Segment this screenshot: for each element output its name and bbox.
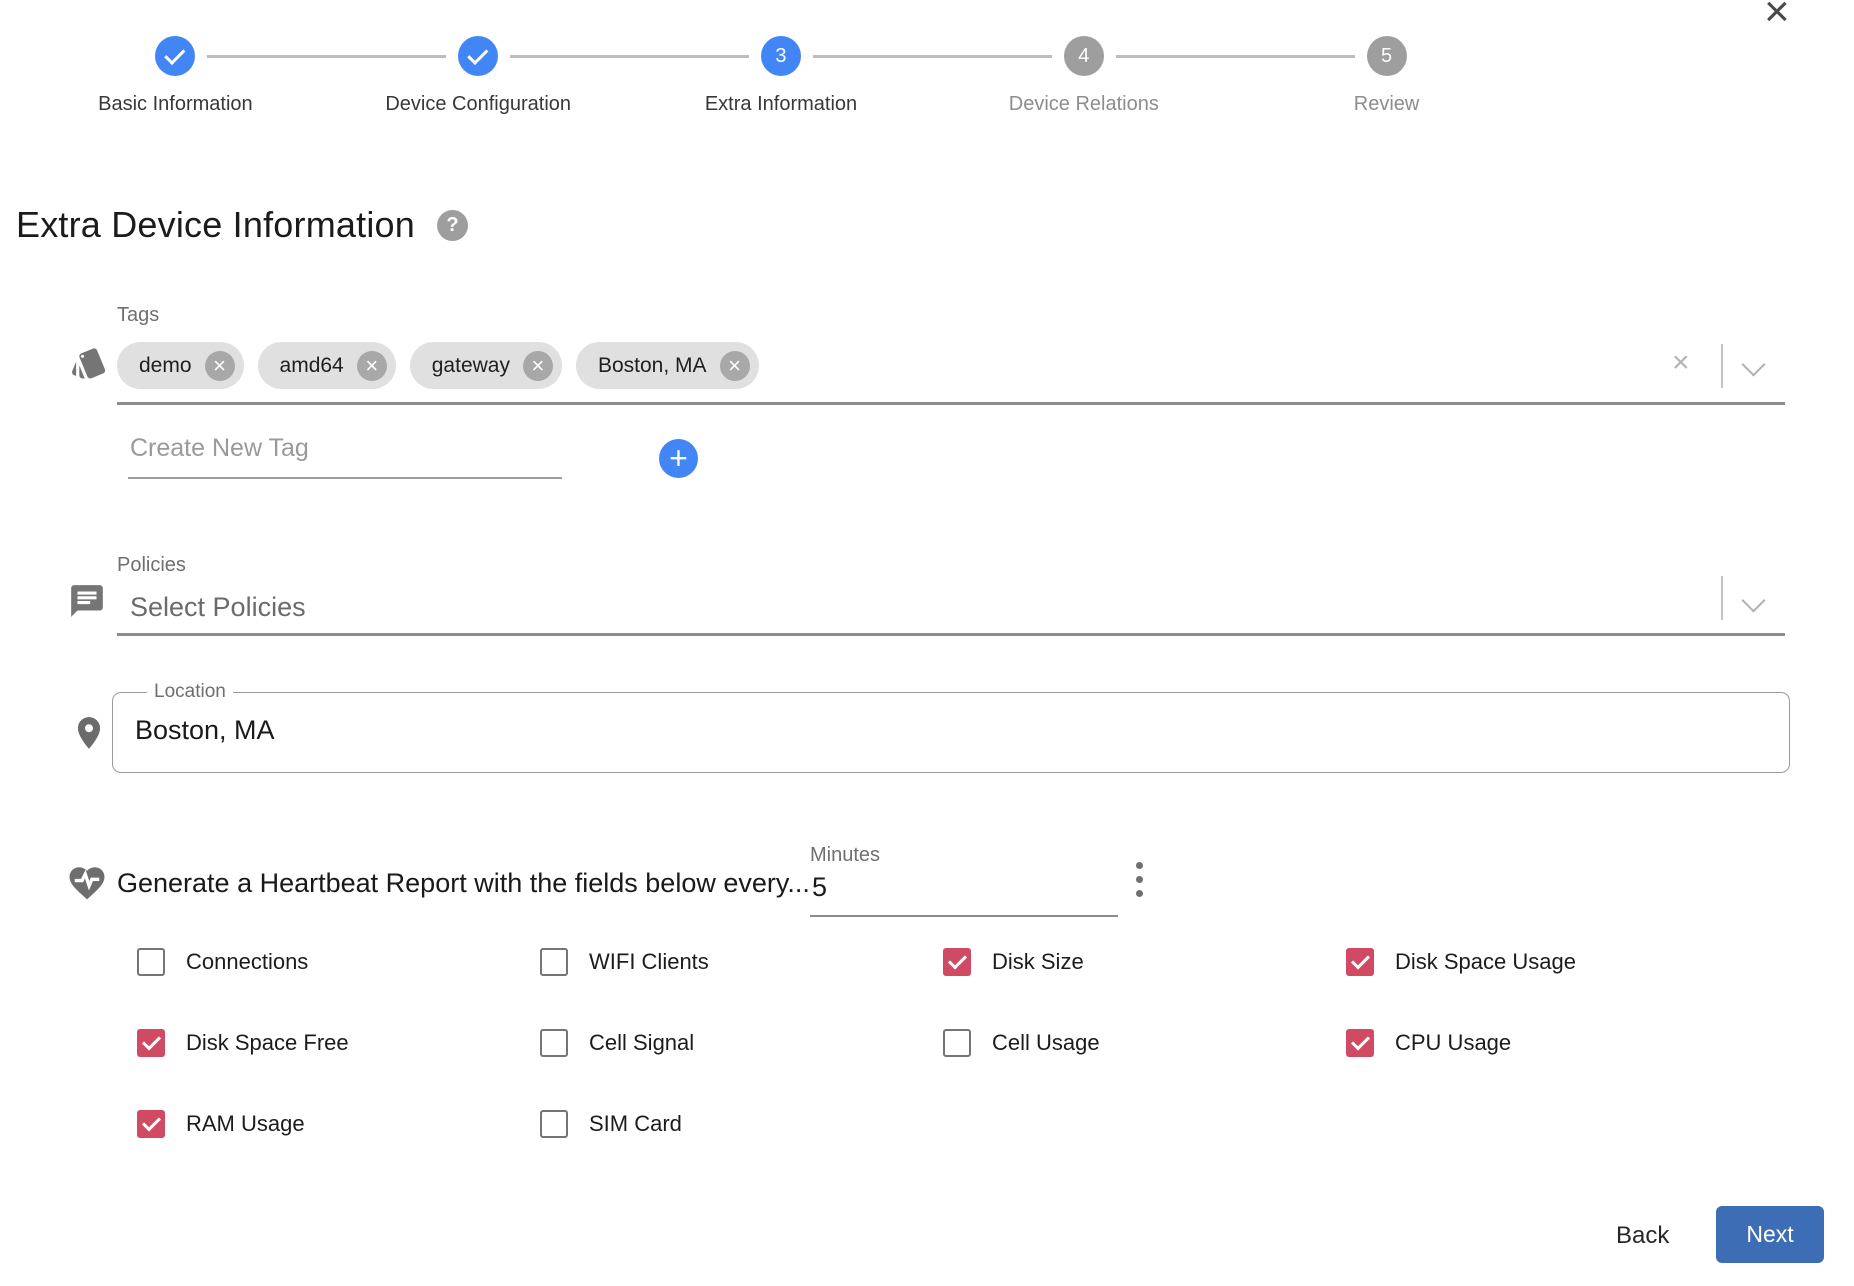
title-row: Extra Device Information ? (16, 204, 468, 246)
minutes-input[interactable] (810, 872, 1118, 917)
heartbeat-field-wifi-clients: WIFI Clients (540, 948, 943, 976)
location-label: Location (154, 681, 226, 702)
next-button[interactable]: Next (1716, 1206, 1824, 1263)
checkbox-label[interactable]: Cell Signal (589, 1030, 694, 1056)
heartbeat-field-cell-usage: Cell Usage (943, 1029, 1346, 1057)
heartbeat-field-connections: Connections (137, 948, 540, 976)
tags-underline (117, 402, 1785, 405)
checkbox-label[interactable]: Connections (186, 949, 308, 975)
policies-underline (117, 633, 1785, 636)
back-button[interactable]: Back (1594, 1212, 1691, 1260)
remove-tag-icon[interactable]: × (356, 350, 387, 381)
tag-chip-label: amd64 (279, 353, 344, 377)
checkbox-cell-signal[interactable] (540, 1029, 568, 1057)
more-options-icon[interactable] (1132, 858, 1147, 901)
tags-divider (1721, 344, 1723, 388)
policies-chevron-down-icon[interactable] (1741, 588, 1766, 613)
remove-tag-icon[interactable]: × (719, 350, 750, 381)
step-check-icon (155, 36, 196, 76)
location-value[interactable]: Boston, MA (135, 715, 1789, 746)
checkbox-label[interactable]: CPU Usage (1395, 1030, 1511, 1056)
tag-chip-amd64: amd64 × (257, 342, 396, 389)
close-icon[interactable]: × (1764, 0, 1790, 34)
tag-chip-label: gateway (431, 353, 510, 377)
step-label: Extra Information (704, 93, 858, 115)
checkbox-disk-space-usage[interactable] (1346, 948, 1374, 976)
step-label: Basic Information (98, 93, 253, 115)
checkbox-connections[interactable] (137, 948, 165, 976)
checkbox-ram-usage[interactable] (137, 1110, 165, 1138)
policies-icon (68, 582, 106, 620)
checkbox-wifi-clients[interactable] (540, 948, 568, 976)
remove-tag-icon[interactable]: × (522, 350, 553, 381)
tags-clear-icon[interactable]: × (1672, 348, 1690, 378)
stepper-step-extra-information[interactable]: 3 Extra Information (630, 36, 1052, 116)
step-number: 3 (760, 36, 801, 76)
heartbeat-field-sim-card: SIM Card (540, 1110, 943, 1138)
tags-chevron-down-icon[interactable] (1741, 352, 1766, 377)
add-tag-button[interactable]: + (659, 439, 698, 478)
tags-icon (70, 344, 108, 382)
step-label: Device Relations (1008, 93, 1159, 115)
location-field[interactable]: Location Boston, MA (112, 681, 1790, 773)
checkbox-cpu-usage[interactable] (1346, 1029, 1374, 1057)
stepper-step-device-relations[interactable]: 4 Device Relations (932, 36, 1355, 116)
checkbox-label[interactable]: Disk Space Free (186, 1030, 349, 1056)
checkbox-label[interactable]: Disk Size (992, 949, 1084, 975)
policies-label: Policies (117, 554, 186, 576)
checkbox-sim-card[interactable] (540, 1110, 568, 1138)
minutes-label: Minutes (810, 844, 881, 866)
checkbox-label[interactable]: SIM Card (589, 1111, 682, 1137)
select-policies-field[interactable]: Select Policies (130, 592, 306, 623)
heartbeat-icon (66, 862, 108, 904)
step-check-icon (458, 36, 499, 76)
checkbox-label[interactable]: Disk Space Usage (1395, 949, 1576, 975)
heartbeat-field-disk-space-free: Disk Space Free (137, 1029, 540, 1057)
tags-label: Tags (117, 304, 160, 326)
stepper: Basic Information Device Configuration 3 Ex… (24, 36, 1538, 116)
heartbeat-field-ram-usage: RAM Usage (137, 1110, 540, 1138)
tag-chip-boston-ma: Boston, MA × (575, 342, 759, 389)
heartbeat-text: Generate a Heartbeat Report with the fie… (117, 868, 810, 898)
checkbox-label[interactable]: WIFI Clients (589, 949, 709, 975)
policies-divider (1721, 576, 1723, 620)
stepper-step-device-configuration[interactable]: Device Configuration (327, 36, 749, 116)
checkbox-disk-size[interactable] (943, 948, 971, 976)
step-label: Review (1353, 93, 1420, 115)
checkbox-label[interactable]: Cell Usage (992, 1030, 1100, 1056)
page-title: Extra Device Information (16, 204, 415, 245)
tags-chip-list: demo × amd64 × gateway × Boston, MA × (117, 342, 759, 389)
heartbeat-field-cpu-usage: CPU Usage (1346, 1029, 1749, 1057)
heartbeat-field-cell-signal: Cell Signal (540, 1029, 943, 1057)
create-tag-input[interactable] (128, 434, 562, 479)
heartbeat-fields-grid: Connections WIFI Clients Disk Size Disk Spa… (137, 948, 1749, 1138)
heartbeat-field-disk-size: Disk Size (943, 948, 1346, 976)
tag-chip-label: Boston, MA (597, 353, 707, 377)
tag-chip-label: demo (139, 353, 192, 377)
stepper-step-basic-information[interactable]: Basic Information (24, 36, 446, 116)
heartbeat-field-disk-space-usage: Disk Space Usage (1346, 948, 1749, 976)
step-number: 5 (1366, 36, 1407, 76)
checkbox-cell-usage[interactable] (943, 1029, 971, 1057)
step-label: Device Configuration (385, 93, 572, 115)
checkbox-disk-space-free[interactable] (137, 1029, 165, 1057)
checkbox-label[interactable]: RAM Usage (186, 1111, 305, 1137)
step-number: 4 (1063, 36, 1104, 76)
tag-chip-demo: demo × (117, 342, 244, 389)
stepper-step-review[interactable]: 5 Review (1235, 36, 1538, 116)
help-icon[interactable]: ? (436, 209, 468, 241)
location-pin-icon (70, 714, 108, 752)
remove-tag-icon[interactable]: × (204, 350, 235, 381)
tag-chip-gateway: gateway × (409, 342, 562, 389)
